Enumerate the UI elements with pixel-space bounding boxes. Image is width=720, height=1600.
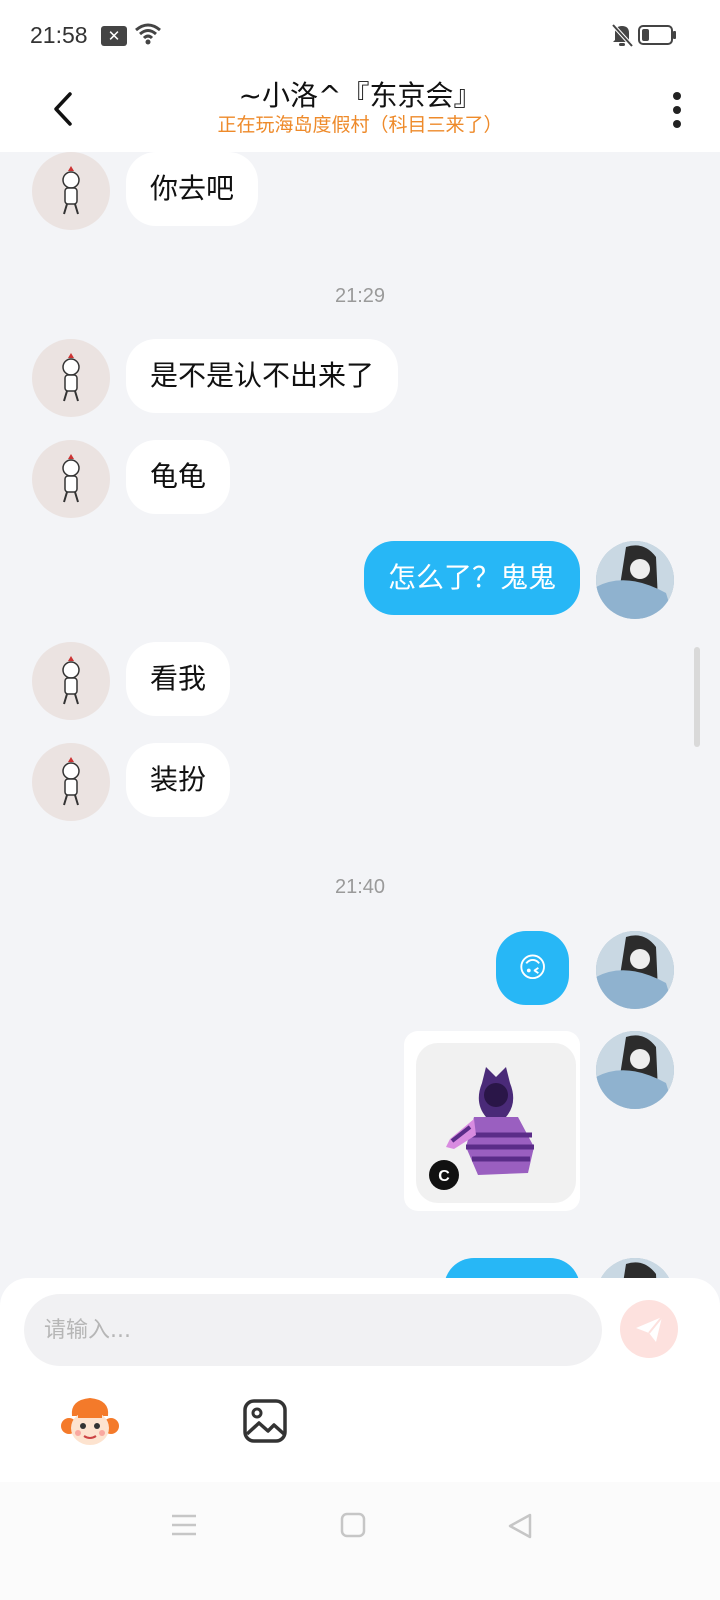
bell-off-icon [611, 23, 634, 48]
message-bubble-incoming[interactable]: 装扮 [126, 743, 231, 817]
chat-header: ~小洛^『东京会』 正在玩海岛度假村（科目三来了） [0, 72, 720, 152]
square-home-icon[interactable] [340, 1512, 366, 1538]
message-bubble-incoming[interactable]: 是不是认不出来了 [126, 339, 399, 413]
message-timestamp: 21:29 [334, 285, 386, 307]
system-nav-bar [0, 1482, 720, 1600]
friend-avatar[interactable] [32, 339, 110, 417]
my-avatar[interactable] [596, 931, 674, 1009]
status-time: 21:58 [30, 22, 88, 48]
close-box-icon: ✕ [101, 26, 127, 46]
friend-avatar[interactable] [32, 642, 110, 720]
image-message[interactable]: C [404, 1031, 580, 1211]
chat-title: ~小洛^『东京会』 [238, 79, 482, 112]
chat-status: 正在玩海岛度假村（科目三来了） [217, 114, 503, 136]
image-icon[interactable] [242, 1398, 288, 1444]
message-input[interactable] [24, 1294, 602, 1366]
message-bubble-outgoing[interactable]: 怎么了？鬼鬼 [363, 541, 580, 615]
monkey-emoji-icon[interactable] [60, 1394, 120, 1450]
composer [0, 1278, 720, 1482]
wifi-icon [135, 23, 161, 45]
my-avatar[interactable] [596, 541, 674, 619]
battery-icon [638, 25, 676, 45]
svg-text:C: C [438, 1168, 450, 1185]
friend-avatar[interactable] [32, 743, 110, 821]
message-bubble-incoming[interactable]: 你去吧 [126, 152, 259, 226]
triangle-back-icon[interactable] [506, 1512, 534, 1540]
friend-avatar[interactable] [32, 440, 110, 518]
send-button[interactable] [620, 1300, 678, 1358]
status-bar: 21:58 ✕ [0, 0, 720, 72]
more-vertical-icon[interactable] [662, 84, 692, 134]
send-icon [636, 1316, 663, 1342]
menu-icon[interactable] [170, 1512, 198, 1538]
friend-avatar[interactable] [32, 152, 110, 230]
outfit-image[interactable]: C [416, 1043, 576, 1203]
scrollbar[interactable] [694, 647, 700, 747]
message-list[interactable]: 你去吧 21:29 是不是认不出来了 龟龟 怎么了？鬼鬼 看我 装扮 21:40… [0, 152, 720, 1302]
message-timestamp: 21:40 [334, 876, 386, 898]
my-avatar[interactable] [596, 1031, 674, 1109]
message-bubble-incoming[interactable]: 龟龟 [126, 440, 231, 514]
message-bubble-outgoing[interactable]: 🙃 [496, 931, 570, 1005]
message-bubble-incoming[interactable]: 看我 [126, 642, 231, 716]
